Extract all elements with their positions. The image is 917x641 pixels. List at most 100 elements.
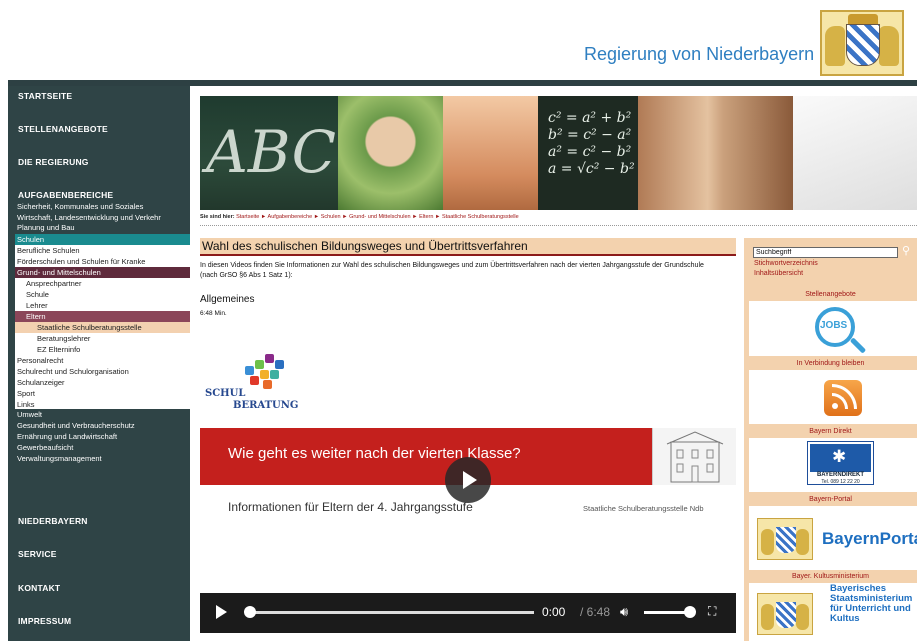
nav-niederbayern[interactable]: NIEDERBAYERN xyxy=(18,516,88,526)
coat-of-arms-icon[interactable] xyxy=(820,10,904,76)
coat-of-arms-icon xyxy=(757,518,813,560)
bayern-portal-text[interactable]: BayernPortal xyxy=(822,529,917,549)
nav-item-lehrer[interactable]: Lehrer xyxy=(15,300,190,311)
nav-service[interactable]: SERVICE xyxy=(18,549,57,559)
nav-item-ansprechpartner[interactable]: Ansprechpartner xyxy=(15,278,190,289)
search-input[interactable] xyxy=(753,247,898,258)
nav-item-berufliche[interactable]: Berufliche Schulen xyxy=(15,245,190,256)
breadcrumb: Sie sind hier: Startseite ► Aufgabenbere… xyxy=(200,214,917,224)
bayern-direkt-box[interactable]: ✱ BAYERNDIREKT Tel. 089 12 22 20 xyxy=(749,438,917,492)
bayern-direkt-logo[interactable]: ✱ BAYERNDIREKT Tel. 089 12 22 20 xyxy=(807,441,874,485)
nav-startseite[interactable]: STARTSEITE xyxy=(18,91,72,101)
seek-handle[interactable] xyxy=(244,606,256,618)
nav-kontakt[interactable]: KONTAKT xyxy=(18,583,60,593)
breadcrumb-aufgabenbereiche[interactable]: Aufgabenbereiche xyxy=(268,214,313,220)
child-photo xyxy=(338,96,443,210)
video-duration: 6:48 Min. xyxy=(200,310,227,317)
rss-icon[interactable] xyxy=(824,380,862,416)
kultusministerium-heading: Bayer. Kultusministerium xyxy=(791,573,870,580)
nav-item-eltern[interactable]: Eltern xyxy=(15,311,190,322)
bayern-direkt-tel: Tel. 089 12 22 20 xyxy=(821,479,860,485)
link-inhaltsuebersicht[interactable]: Inhaltsübersicht xyxy=(754,270,803,277)
breadcrumb-label: Sie sind hier: xyxy=(200,214,235,220)
nav-stellenangebote[interactable]: STELLENANGEBOTE xyxy=(18,124,108,134)
header-banner-image: ABC c² = a² + b² b² = c² − a² a² = c² − b²… xyxy=(200,96,917,210)
nav-item-schulen[interactable]: Schulen xyxy=(15,234,190,245)
breadcrumb-separator: ► xyxy=(260,214,267,220)
nav-aufgabenbereiche[interactable]: AUFGABENBEREICHE xyxy=(18,190,113,200)
fullscreen-icon[interactable]: ⛶ xyxy=(708,604,716,619)
jobs-box[interactable]: JOBS xyxy=(749,301,917,356)
intro-text: In diesen Videos finden Sie Informatione… xyxy=(200,262,704,279)
time-current: 0:00 xyxy=(542,605,566,619)
kultusministerium-text[interactable]: Bayerisches Staatsministerium für Unterr… xyxy=(830,584,917,624)
page-header: Regierung von Niederbayern xyxy=(0,0,917,80)
nav-item-schulanzeiger[interactable]: Schulanzeiger xyxy=(15,377,190,388)
bayern-portal-heading: Bayern-Portal xyxy=(809,496,852,503)
nav-item-schulberatung[interactable]: Staatliche Schulberatungsstelle xyxy=(15,322,190,333)
nav-item-gesundheit[interactable]: Gesundheit und Verbraucherschutz xyxy=(17,421,135,430)
bayern-direkt-heading: Bayern Direkt xyxy=(809,428,852,435)
nav-item-sport[interactable]: Sport xyxy=(15,388,190,399)
breadcrumb-eltern[interactable]: Eltern xyxy=(419,214,433,220)
video-org: Staatliche Schulberatungsstelle Ndb xyxy=(583,504,704,513)
nav-item-schulrecht[interactable]: Schulrecht und Schulorganisation xyxy=(15,366,190,377)
nav-item-personalrecht[interactable]: Personalrecht xyxy=(15,355,190,366)
volume-icon[interactable]: 🔊︎ xyxy=(620,604,628,620)
link-stichwortverzeichnis[interactable]: Stichwortverzeichnis xyxy=(754,260,818,267)
writing-hand-photo xyxy=(793,96,917,210)
breadcrumb-startseite[interactable]: Startseite xyxy=(236,214,259,220)
nav-item-ez-elterninfo[interactable]: EZ Elterninfo xyxy=(15,344,190,355)
breadcrumb-grund-mittel[interactable]: Grund- und Mittelschulen xyxy=(349,214,410,220)
logo-text-schul: SCHUL xyxy=(205,388,246,399)
seek-bar[interactable] xyxy=(248,611,534,614)
nav-item-foerderschulen[interactable]: Förderschulen und Schulen für Kranke xyxy=(15,256,190,267)
nav-item-wirtschaft[interactable]: Wirtschaft, Landesentwicklung und Verkeh… xyxy=(17,213,161,222)
rss-box[interactable] xyxy=(749,370,917,424)
sidebar-nav: STARTSEITE STELLENANGEBOTE DIE REGIERUNG… xyxy=(8,86,190,641)
chalkboard-abc-photo: ABC xyxy=(200,96,338,210)
nav-item-links[interactable]: Links xyxy=(15,399,190,409)
nav-item-grund-mittel[interactable]: Grund- und Mittelschulen xyxy=(15,267,190,278)
volume-slider[interactable] xyxy=(644,611,689,614)
nav-item-schule[interactable]: Schule xyxy=(15,289,190,300)
jobs-label: JOBS xyxy=(820,320,848,331)
bayern-portal-box[interactable]: BayernPortal xyxy=(749,506,917,570)
video-controls: 0:00 / 6:48 🔊︎ ⛶ xyxy=(200,593,736,633)
nav-regierung[interactable]: DIE REGIERUNG xyxy=(18,157,89,167)
search-icon[interactable]: ⚲ xyxy=(902,244,910,257)
chalkboard-math-photo: c² = a² + b² b² = c² − a² a² = c² − b² a = … xyxy=(538,96,638,210)
video-subtitle: Informationen für Eltern der 4. Jahrgang… xyxy=(228,500,473,514)
nav-item-umwelt[interactable]: Umwelt xyxy=(17,410,42,419)
stellenangebote-heading: Stellenangebote xyxy=(805,291,856,298)
section-heading: Allgemeines xyxy=(200,294,255,305)
nav-item-planung[interactable]: Planung und Bau xyxy=(17,223,75,232)
nav-item-verwaltung[interactable]: Verwaltungsmanagement xyxy=(17,454,102,463)
nav-item-beratungslehrer[interactable]: Beratungslehrer xyxy=(15,333,190,344)
breadcrumb-separator: ► xyxy=(434,214,441,220)
fist-bump-photo xyxy=(638,96,793,210)
logo-text-beratung: BERATUNG xyxy=(233,400,299,411)
nav-item-gewerbeaufsicht[interactable]: Gewerbeaufsicht xyxy=(17,443,73,452)
verbindung-heading: In Verbindung bleiben xyxy=(796,360,865,367)
breadcrumb-schulberatung[interactable]: Staatliche Schulberatungsstelle xyxy=(442,214,519,220)
breadcrumb-separator: ► xyxy=(342,214,348,220)
breadcrumb-schulen[interactable]: Schulen xyxy=(321,214,341,220)
divider xyxy=(200,225,917,226)
building-sketch-image xyxy=(652,428,736,485)
kultusministerium-box[interactable]: Bayerisches Staatsministerium für Unterr… xyxy=(749,583,917,641)
time-total: / 6:48 xyxy=(580,605,611,619)
child-photo xyxy=(443,96,538,210)
video-player[interactable]: Wie geht es weiter nach der vierten Klas… xyxy=(200,428,736,633)
play-icon[interactable] xyxy=(216,605,227,619)
right-sidebar: ⚲ Stichwortverzeichnis Inhaltsübersicht … xyxy=(744,238,917,641)
volume-handle[interactable] xyxy=(684,606,696,618)
big-play-icon[interactable] xyxy=(445,457,491,503)
coat-of-arms-icon xyxy=(757,593,813,635)
magnifier-handle xyxy=(849,337,867,354)
nav-item-sicherheit[interactable]: Sicherheit, Kommunales und Soziales xyxy=(17,202,143,211)
gov-name[interactable]: Regierung von Niederbayern xyxy=(584,44,814,65)
nav-impressum[interactable]: IMPRESSUM xyxy=(18,616,71,626)
nav-item-ernaehrung[interactable]: Ernährung und Landwirtschaft xyxy=(17,432,117,441)
bayern-direkt-name: BAYERNDIREKT xyxy=(816,472,865,478)
